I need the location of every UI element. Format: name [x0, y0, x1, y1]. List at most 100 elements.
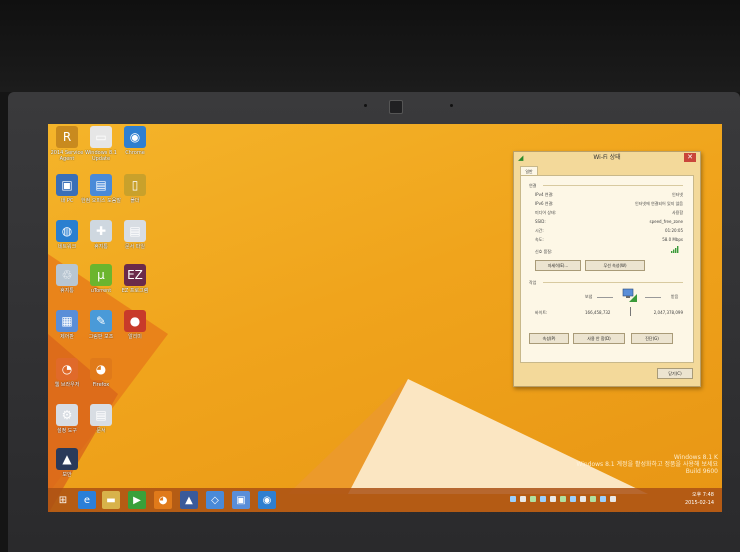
connection-row-label: 미디어 상태:: [535, 210, 557, 215]
desktop-icon[interactable]: EZ EZ 프로그램: [114, 264, 156, 294]
tray-icon[interactable]: [540, 496, 546, 502]
activity-line: [597, 297, 613, 298]
desktop-screen: R 2014 Service Agent ▭ Windows 8.1 Update ◉ C…: [48, 124, 722, 512]
desktop-icon[interactable]: ▲ 보안: [48, 448, 88, 478]
desktop-icon[interactable]: ● 알리미: [114, 310, 156, 340]
desktop-icon[interactable]: ◉ Chrome: [114, 126, 156, 156]
sensor-dot-right: [450, 104, 453, 107]
desktop-icon-label: 폴더: [130, 198, 140, 204]
desktop-icon-label: 알리미: [128, 334, 142, 340]
desktop-icon[interactable]: ◕ Firefox: [80, 358, 122, 388]
app-icon: ◔: [56, 358, 78, 380]
watermark-line: Windows 8.1 계정을 활성화하고 정품을 사용해 보세요: [576, 461, 718, 468]
app-icon: ◍: [56, 220, 78, 242]
connection-row-label: IPv4 연결:: [535, 192, 554, 197]
network-computer-icon: [622, 288, 637, 302]
app-icon: ▤: [90, 404, 112, 426]
activity-header: 작업: [529, 280, 537, 285]
clock-date: 2015-02-14: [684, 500, 714, 506]
tray-icon[interactable]: [590, 496, 596, 502]
taskbar-app-6-icon[interactable]: ◇: [206, 491, 224, 509]
close-icon[interactable]: ✕: [684, 153, 696, 162]
connection-row-value: 58.0 Mbps: [662, 237, 683, 242]
tray-icon[interactable]: [530, 496, 536, 502]
connection-row-value: 인터넷: [671, 192, 683, 197]
app-icon: R: [56, 126, 78, 148]
desktop-icon-label: Firefox: [92, 382, 110, 388]
connection-header: 연결: [529, 183, 537, 188]
connection-row-value: 인터넷에 연결되어 있지 않음: [635, 201, 683, 206]
app-icon: ✚: [90, 220, 112, 242]
desktop-icon-label: EZ 프로그램: [121, 288, 149, 294]
connection-row-label: IPv6 연결:: [535, 201, 554, 206]
app-icon: ✎: [90, 310, 112, 332]
properties-button[interactable]: 속성(P): [529, 333, 569, 344]
app-icon: ▦: [56, 310, 78, 332]
desktop-icon-label: 보안: [62, 472, 72, 478]
app-icon: ⚙: [56, 404, 78, 426]
desktop-icon[interactable]: ▤ 문서 파일: [114, 220, 156, 250]
clock-time: 오후 7:48: [691, 492, 714, 498]
app-icon: ◉: [124, 126, 146, 148]
close-button[interactable]: 닫기(C): [657, 368, 693, 379]
app-icon: ▣: [56, 174, 78, 196]
details-button[interactable]: 자세히(E)...: [535, 260, 581, 271]
wifi-status-dialog: ◢ Wi-Fi 상태 ✕ 일반 연결 IPv4 연결: 인터넷 IPv6 연결: 인터…: [513, 151, 701, 387]
wallpaper-peak: [348, 379, 648, 494]
connection-row-label: 시간:: [535, 228, 544, 233]
connection-row-value: speed_free_zone: [649, 219, 683, 224]
app-icon: ▤: [124, 220, 146, 242]
desktop-icon[interactable]: ▯ 폴더: [114, 174, 156, 204]
desktop-icon-label: 문서 파일: [125, 244, 145, 250]
disable-button[interactable]: 사용 안 함(D): [573, 333, 625, 344]
tray-icon[interactable]: [580, 496, 586, 502]
connection-row-value: 01:20:05: [665, 228, 683, 233]
connection-row-label: 속도:: [535, 237, 544, 242]
desktop-icon[interactable]: ▤ 문서: [80, 404, 122, 434]
activity-line: [645, 297, 661, 298]
connection-row-value: 사용함: [671, 210, 683, 215]
taskbar: ⊞ e ▬ ▶ ◕ ▲ ◇ ▣ ◉ 오후 7:48 2015-02-14: [48, 488, 722, 512]
watermark-line: Build 9600: [685, 468, 718, 475]
sent-label: 보냄: [585, 294, 593, 299]
tray-icon[interactable]: [550, 496, 556, 502]
tray-icon[interactable]: [600, 496, 606, 502]
tray-icon[interactable]: [520, 496, 526, 502]
activation-watermark: Windows 8.1 K Windows 8.1 계정을 활성화하고 정품을 …: [576, 454, 718, 475]
watermark-line: Windows 8.1 K: [673, 454, 718, 461]
tray-icon[interactable]: [570, 496, 576, 502]
diagnose-button[interactable]: 진단(G): [631, 333, 673, 344]
taskbar-app-7-icon[interactable]: ▣: [232, 491, 250, 509]
divider: [543, 282, 683, 283]
taskbar-clock[interactable]: 오후 7:48 2015-02-14: [685, 491, 714, 507]
bytes-label: 바이트:: [535, 310, 548, 315]
dialog-panel: 연결 IPv4 연결: 인터넷 IPv6 연결: 인터넷에 연결되어 있지 않음미디어…: [520, 175, 694, 363]
tray-icon[interactable]: [510, 496, 516, 502]
connection-row-label: SSID:: [535, 219, 546, 224]
taskbar-firefox-icon[interactable]: ◕: [154, 491, 172, 509]
app-icon: ●: [124, 310, 146, 332]
taskbar-store-icon[interactable]: ▶: [128, 491, 146, 509]
tray-icon[interactable]: [610, 496, 616, 502]
taskbar-start-icon[interactable]: ⊞: [54, 491, 72, 509]
bytes-sent: 166,458,732: [585, 310, 611, 315]
signal-bars-icon: [671, 246, 679, 253]
webcam: [389, 100, 403, 114]
app-icon: ▭: [90, 126, 112, 148]
app-icon: ▤: [90, 174, 112, 196]
taskbar-app-5-icon[interactable]: ▲: [180, 491, 198, 509]
taskbar-chrome-icon[interactable]: ◉: [258, 491, 276, 509]
desktop-icon-label: Chrome: [125, 150, 145, 156]
bytes-divider: [630, 307, 631, 316]
app-icon: EZ: [124, 264, 146, 286]
tray-icon[interactable]: [560, 496, 566, 502]
app-icon: ◕: [90, 358, 112, 380]
signal-label: 신호 품질:: [535, 249, 553, 254]
taskbar-ie-icon[interactable]: e: [78, 491, 96, 509]
bytes-received: 2,047,378,099: [653, 310, 683, 315]
app-icon: ▲: [56, 448, 78, 470]
wireless-properties-button[interactable]: 무선 속성(W): [585, 260, 645, 271]
received-label: 받음: [671, 294, 679, 299]
dialog-title: Wi-Fi 상태: [593, 154, 621, 161]
taskbar-explorer-icon[interactable]: ▬: [102, 491, 120, 509]
